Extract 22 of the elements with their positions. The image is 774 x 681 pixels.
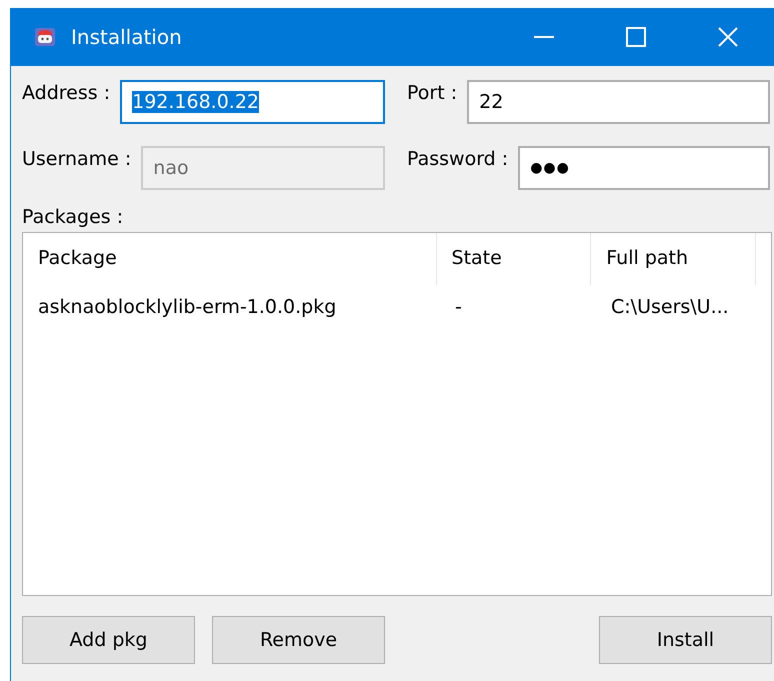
app-icon: [33, 27, 57, 47]
push-button[interactable]: Add pkg: [22, 616, 195, 664]
maximize-icon: [626, 27, 646, 47]
column-header[interactable]: Full path: [591, 233, 756, 285]
field-label: Address :: [22, 82, 110, 104]
field-label: Password :: [407, 148, 508, 170]
column-header[interactable]: State: [436, 233, 592, 285]
minimize-icon: [534, 36, 554, 38]
table-cell-text: -: [454, 296, 463, 318]
field-label: Port :: [407, 82, 458, 104]
input-field[interactable]: 22: [467, 80, 770, 124]
input-field[interactable]: 192.168.0.22: [120, 80, 385, 124]
field-label: Username :: [22, 148, 132, 170]
window-title: Installation: [71, 25, 183, 49]
section-label: Packages :: [22, 206, 124, 228]
table-cell-text: C:\Users\U...: [610, 296, 730, 318]
password-field[interactable]: ●●●: [518, 146, 770, 190]
table-cell-text: asknaoblocklylib-erm-1.0.0.pkg: [37, 296, 338, 318]
push-button[interactable]: Install: [599, 616, 772, 664]
close-icon: [718, 27, 738, 47]
column-header[interactable]: Package: [23, 233, 437, 285]
push-button[interactable]: Remove: [212, 616, 385, 664]
